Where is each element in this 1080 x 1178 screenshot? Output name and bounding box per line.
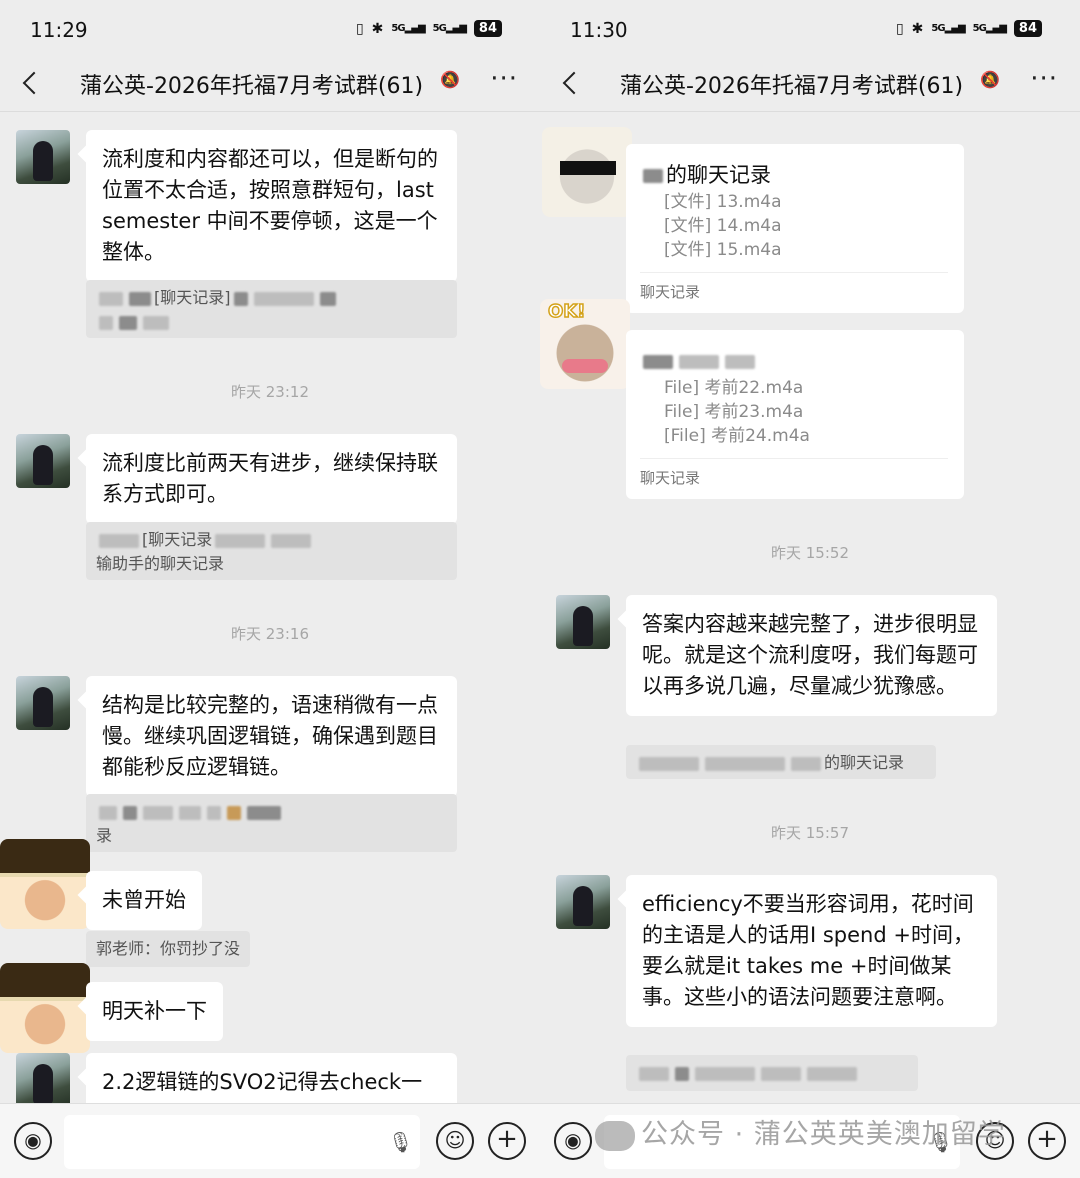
status-bar: 11:30 ▯ ✱ 5G▂▄▆ 5G▂▄▆ 84 (540, 0, 1080, 56)
signal-5g-icon: 5G▂▄▆ (391, 23, 425, 34)
wechat-logo-icon (595, 1120, 635, 1151)
battery-icon: 84 (473, 20, 502, 37)
card-file-line: [文件] 13.m4a (664, 192, 782, 212)
chat-header: 蒲公英-2026年托福7月考试群(61) 🔕 ··· (0, 56, 540, 112)
quote-text-2: 输助手的聊天记录 (96, 554, 225, 573)
card-file-line: [文件] 14.m4a (664, 216, 782, 236)
status-icons: ▯ ✱ 5G▂▄▆ 5G▂▄▆ 84 (896, 20, 1042, 37)
chat-history-card[interactable]: 的聊天记录 [文件] 13.m4a [文件] 14.m4a [文件] 15.m4… (626, 144, 964, 313)
chat-title: 蒲公英-2026年托福7月考试群(61) (80, 74, 424, 99)
card-file-line: File] 考前22.m4a (664, 378, 804, 398)
quote-text: 的聊天记录 (824, 753, 905, 772)
status-bar: 11:29 ▯ ✱ 5G▂▄▆ 5G▂▄▆ 84 (0, 0, 540, 56)
quote-text: [聊天记录] (154, 288, 231, 307)
chat-screen-right: 11:30 ▯ ✱ 5G▂▄▆ 5G▂▄▆ 84 蒲公英-2026年托福7月考试… (540, 0, 1080, 1178)
signal-5g-icon: 5G▂▄▆ (931, 23, 965, 34)
message-bubble[interactable]: 结构是比较完整的，语速稍微有一点慢。继续巩固逻辑链，确保遇到题目都能秒反应逻辑链… (86, 676, 457, 797)
mute-bell-icon: 🔕 (440, 70, 460, 89)
sender-avatar[interactable] (0, 839, 90, 929)
mute-bell-icon: 🔕 (980, 70, 1000, 89)
message-list[interactable]: 的聊天记录 [文件] 13.m4a [文件] 14.m4a [文件] 15.m4… (540, 113, 1080, 1103)
status-time: 11:30 (570, 18, 628, 42)
battery-icon: 84 (1013, 20, 1042, 37)
bluetooth-icon: ✱ (911, 20, 924, 37)
timestamp: 昨天 23:16 (231, 625, 309, 643)
bluetooth-icon: ✱ (371, 20, 384, 37)
card-footer: 聊天记录 (640, 458, 948, 488)
plus-icon[interactable]: + (488, 1122, 526, 1160)
chat-history-card[interactable]: File] 考前22.m4a File] 考前23.m4a [File] 考前2… (626, 330, 964, 499)
quoted-message[interactable]: 郭老师：你罚抄了没 (86, 931, 251, 967)
quoted-message[interactable] (626, 1055, 918, 1091)
message-bubble[interactable]: 2.2逻辑链的SVO2记得去check一 (86, 1053, 457, 1103)
more-icon[interactable]: ··· (490, 64, 518, 94)
quote-text: [聊天记录 (142, 530, 213, 549)
chat-screen-left: 11:29 ▯ ✱ 5G▂▄▆ 5G▂▄▆ 84 蒲公英-2026年托福7月考试… (0, 0, 540, 1178)
input-bar: ◉ 🎙 ☺ + (0, 1103, 540, 1178)
avatar[interactable] (556, 875, 610, 929)
message-bubble[interactable]: 流利度和内容都还可以，但是断句的位置不太合适，按照意群短句，last semes… (86, 130, 457, 282)
avatar[interactable] (16, 130, 70, 184)
sender-avatar[interactable]: OK! (540, 299, 630, 389)
quoted-message[interactable]: [聊天记录 输助手的聊天记录 (86, 522, 457, 580)
status-time: 11:29 (30, 18, 88, 42)
signal-5g-icon-2: 5G▂▄▆ (972, 23, 1007, 34)
timestamp: 昨天 15:52 (771, 544, 849, 562)
vibrate-icon: ▯ (895, 20, 904, 37)
plus-icon[interactable]: + (1028, 1122, 1066, 1160)
mic-icon[interactable]: 🎙 (388, 1130, 413, 1154)
message-bubble[interactable]: 流利度比前两天有进步，继续保持联系方式即可。 (86, 434, 457, 524)
back-icon[interactable] (558, 66, 582, 98)
chat-header: 蒲公英-2026年托福7月考试群(61) 🔕 ··· (540, 56, 1080, 112)
voice-icon[interactable]: ◉ (14, 1122, 52, 1160)
sender-avatar[interactable] (542, 127, 632, 217)
chat-title: 蒲公英-2026年托福7月考试群(61) (620, 74, 964, 99)
avatar[interactable] (16, 676, 70, 730)
timestamp: 昨天 23:12 (231, 383, 309, 401)
signal-5g-icon-2: 5G▂▄▆ (432, 23, 467, 34)
watermark: 公众号 · 蒲公英英美澳加留学 (595, 1112, 1006, 1151)
sticker-label: OK! (547, 300, 586, 323)
quoted-message[interactable]: 的聊天记录 (626, 745, 936, 779)
avatar[interactable] (556, 595, 610, 649)
avatar[interactable] (16, 434, 70, 488)
more-icon[interactable]: ··· (1030, 64, 1058, 94)
card-title: 的聊天记录 (640, 160, 948, 190)
watermark-text: 公众号 · 蒲公英英美澳加留学 (641, 1119, 1006, 1150)
timestamp: 昨天 15:57 (771, 824, 849, 842)
card-file-line: [文件] 15.m4a (664, 240, 782, 260)
card-title (640, 346, 948, 376)
back-icon[interactable] (18, 66, 42, 98)
message-bubble[interactable]: 答案内容越来越完整了，进步很明显呢。就是这个流利度呀，我们每题可以再多说几遍，尽… (626, 595, 997, 716)
voice-icon[interactable]: ◉ (554, 1122, 592, 1160)
vibrate-icon: ▯ (355, 20, 364, 37)
message-list[interactable]: 流利度和内容都还可以，但是断句的位置不太合适，按照意群短句，last semes… (0, 113, 540, 1103)
card-file-line: File] 考前23.m4a (664, 402, 804, 422)
avatar[interactable] (16, 1053, 70, 1103)
card-file-line: [File] 考前24.m4a (664, 426, 810, 446)
message-input[interactable] (64, 1115, 420, 1169)
quoted-message[interactable]: 录 (86, 794, 457, 852)
message-bubble[interactable]: efficiency不要当形容词用，花时间的主语是人的话用I spend +时间… (626, 875, 997, 1027)
message-bubble[interactable]: 未曾开始 (86, 871, 202, 930)
sender-avatar[interactable] (0, 963, 90, 1053)
status-icons: ▯ ✱ 5G▂▄▆ 5G▂▄▆ 84 (356, 20, 502, 37)
quote-text: 录 (96, 826, 113, 845)
message-bubble[interactable]: 明天补一下 (86, 982, 223, 1041)
quoted-message[interactable]: [聊天记录] (86, 280, 457, 338)
card-footer: 聊天记录 (640, 272, 948, 302)
emoji-icon[interactable]: ☺ (436, 1122, 474, 1160)
